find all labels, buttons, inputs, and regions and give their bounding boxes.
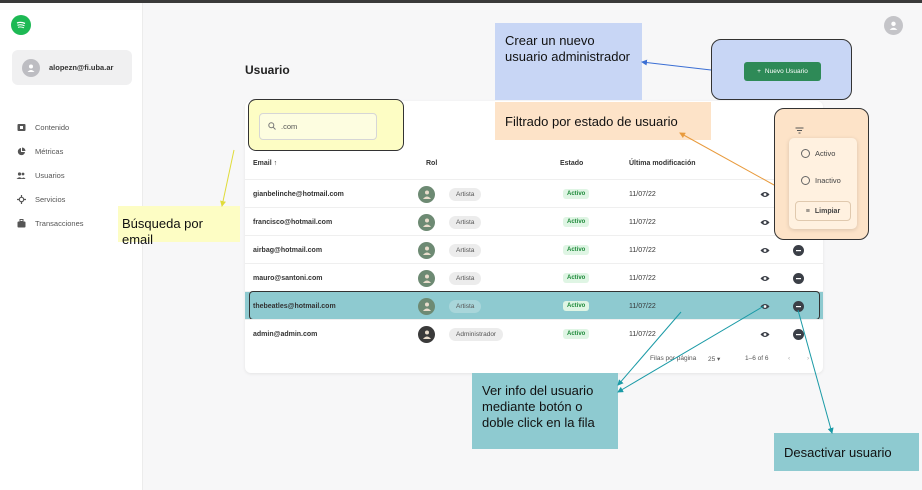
next-page-icon[interactable]: › — [807, 355, 809, 362]
row-modified: 11/07/22 — [629, 218, 656, 226]
view-eye-icon[interactable] — [759, 245, 770, 256]
view-eye-icon[interactable] — [759, 217, 770, 228]
role-chip: Administrador — [449, 327, 504, 341]
artist-avatar-icon — [418, 213, 435, 231]
user-avatar-icon — [22, 58, 40, 77]
radio-icon — [801, 176, 810, 185]
callout-view-info: Ver info del usuario mediante botón o do… — [472, 373, 618, 449]
search-icon — [268, 121, 276, 132]
status-filter-popover: Activo Inactivo ≡ Limpiar — [789, 138, 857, 229]
new-user-button[interactable]: + Nuevo Usuario — [744, 62, 821, 81]
clear-filter-button[interactable]: ≡ Limpiar — [795, 201, 851, 221]
column-header-modified[interactable]: Última modificación — [629, 160, 696, 167]
deactivate-user-icon[interactable] — [793, 272, 804, 284]
artist-avatar-icon — [418, 185, 435, 203]
table-row[interactable]: francisco@hotmail.com Artista Activo 11/… — [245, 207, 823, 235]
users-icon — [16, 170, 26, 180]
row-email: gianbelinche@hotmail.com — [253, 190, 344, 198]
pagination-range: 1–6 of 6 — [745, 355, 769, 362]
rows-per-page-value: 25 — [708, 356, 716, 363]
filter-icon[interactable] — [795, 121, 804, 139]
sidebar-item-label: Métricas — [35, 146, 64, 156]
table-row[interactable]: mauro@santoni.com Artista Activo 11/07/2… — [245, 263, 823, 291]
row-modified: 11/07/22 — [629, 190, 656, 198]
row-modified: 11/07/22 — [629, 274, 656, 282]
artist-avatar-icon — [418, 241, 435, 259]
table-row[interactable]: admin@admin.com Administrador Activo 11/… — [245, 319, 823, 347]
deactivate-user-icon[interactable] — [793, 328, 804, 340]
callout-new-admin: Crear un nuevo usuario administrador — [495, 23, 642, 100]
status-badge: Activo — [563, 217, 590, 227]
row-email: admin@admin.com — [253, 330, 318, 338]
filter-option-label: Activo — [815, 149, 836, 158]
admin-avatar-icon — [418, 325, 435, 343]
sidebar-item-label: Servicios — [35, 194, 66, 204]
content-icon — [16, 122, 26, 132]
user-profile-box[interactable]: alopezn@fi.uba.ar — [12, 50, 132, 85]
search-value: .com — [281, 122, 298, 131]
rows-per-page-select[interactable]: 25 ▾ — [708, 355, 720, 363]
lines-icon: ≡ — [805, 207, 810, 215]
sidebar-item-label: Contenido — [35, 122, 70, 132]
new-user-button-label: Nuevo Usuario — [764, 68, 808, 75]
sidebar-item-label: Usuarios — [35, 170, 65, 180]
prev-page-icon[interactable]: ‹ — [788, 355, 790, 362]
chevron-down-icon: ▾ — [717, 356, 721, 363]
table-row[interactable]: airbag@hotmail.com Artista Activo 11/07/… — [245, 235, 823, 263]
column-header-email[interactable]: Email ↑ — [253, 160, 277, 167]
row-email: mauro@santoni.com — [253, 274, 323, 282]
filter-option-activo[interactable]: Activo — [801, 149, 835, 158]
artist-avatar-icon — [418, 269, 435, 287]
row-modified: 11/07/22 — [629, 246, 656, 254]
role-chip: Artista — [449, 271, 482, 285]
role-chip: Artista — [449, 215, 482, 229]
user-email: alopezn@fi.uba.ar — [49, 63, 114, 72]
pie-chart-icon — [16, 146, 26, 156]
search-input[interactable]: .com — [259, 113, 377, 140]
plus-icon: + — [757, 68, 761, 75]
radio-icon — [801, 149, 810, 158]
filter-option-inactivo[interactable]: Inactivo — [801, 176, 841, 185]
sidebar-item-contenido[interactable]: Contenido — [16, 115, 136, 139]
role-chip: Artista — [449, 187, 482, 201]
role-chip: Artista — [449, 243, 482, 257]
status-badge: Activo — [563, 273, 590, 283]
page-title: Usuario — [245, 63, 290, 77]
table-row[interactable]: gianbelinche@hotmail.com Artista Activo … — [245, 179, 823, 207]
filter-option-label: Inactivo — [815, 176, 841, 185]
view-eye-icon[interactable] — [759, 329, 770, 340]
view-eye-icon[interactable] — [759, 273, 770, 284]
account-avatar-icon[interactable] — [884, 16, 903, 35]
row-email: airbag@hotmail.com — [253, 246, 323, 254]
clear-filter-label: Limpiar — [814, 207, 841, 215]
sidebar-item-label: Transacciones — [35, 218, 84, 228]
row-modified: 11/07/22 — [629, 330, 656, 338]
status-badge: Activo — [563, 189, 590, 199]
column-header-estado[interactable]: Estado — [560, 160, 583, 167]
transactions-icon — [16, 218, 26, 228]
callout-search-email: Búsqueda por email — [118, 206, 240, 247]
row-email: francisco@hotmail.com — [253, 218, 333, 226]
spotify-logo-icon[interactable] — [11, 15, 31, 35]
column-header-rol[interactable]: Rol — [426, 160, 437, 167]
rows-per-page-label: Filas por página — [650, 355, 697, 362]
callout-filter-status: Filtrado por estado de usuario — [495, 102, 711, 140]
status-badge: Activo — [563, 329, 590, 339]
sidebar-item-usuarios[interactable]: Usuarios — [16, 163, 136, 187]
sidebar-item-metricas[interactable]: Métricas — [16, 139, 136, 163]
view-eye-icon[interactable] — [759, 189, 770, 200]
deactivate-user-icon[interactable] — [793, 244, 804, 256]
status-badge: Activo — [563, 245, 590, 255]
callout-deactivate: Desactivar usuario — [774, 433, 919, 471]
services-icon — [16, 194, 26, 204]
highlighted-row-outline — [249, 291, 820, 320]
